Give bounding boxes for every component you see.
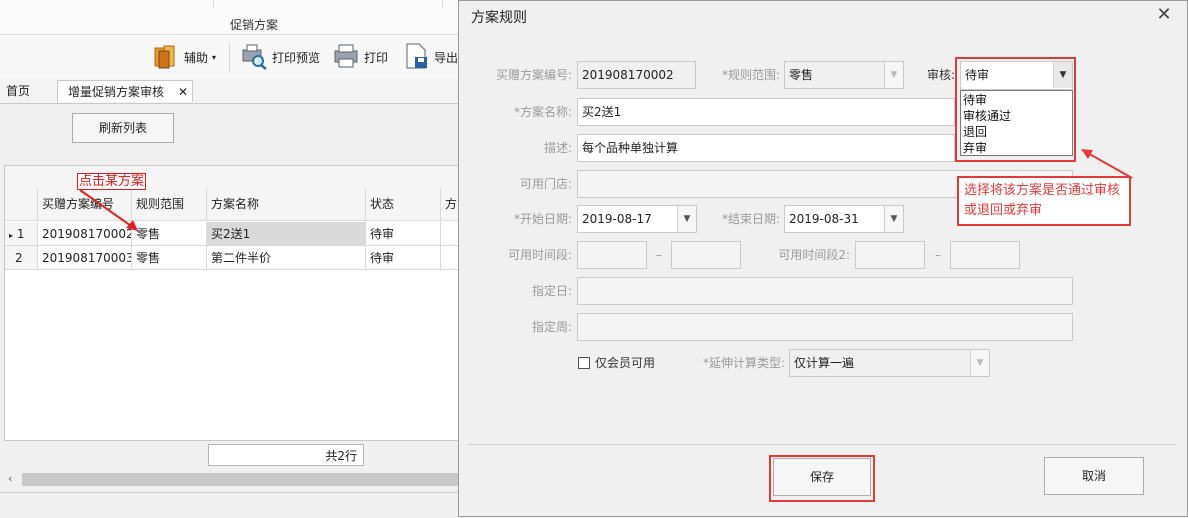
end-date-value: 2019-08-31 <box>789 212 859 226</box>
column-header-status[interactable]: 状态 <box>366 188 441 221</box>
tab-home[interactable]: 首页 <box>0 80 36 102</box>
period2-end-input[interactable] <box>950 241 1020 269</box>
specified-weeks-label: 指定周: <box>531 320 572 334</box>
scroll-left-icon[interactable]: ‹ <box>8 472 12 485</box>
description-label: 描述: <box>543 141 572 155</box>
member-only-label: 仅会员可用 <box>595 356 656 370</box>
extend-type-select[interactable]: 仅计算一遍 ▼ <box>789 349 990 377</box>
assist-label: 辅助 <box>184 50 209 65</box>
print-preview-button[interactable]: 打印预览 <box>240 40 320 74</box>
printer-icon <box>332 42 360 73</box>
row-indicator[interactable]: ▸ 1 <box>5 222 38 246</box>
row-number: 2 <box>15 251 23 265</box>
close-icon[interactable]: ✕ <box>1153 4 1175 26</box>
toolbar <box>0 35 460 80</box>
refresh-list-button[interactable]: 刷新列表 <box>72 113 174 143</box>
divider <box>229 42 230 72</box>
member-only-checkbox[interactable] <box>578 357 590 369</box>
table-cell-status[interactable]: 待审 <box>366 246 441 270</box>
plan-name-input[interactable]: 买2送1 <box>577 98 955 126</box>
divider <box>468 444 1176 445</box>
chevron-down-icon: ▼ <box>884 62 903 88</box>
end-date-label: *结束日期: <box>721 212 780 226</box>
print-button[interactable]: 打印 <box>332 40 388 74</box>
specified-weeks-input[interactable] <box>577 313 1073 341</box>
chevron-down-icon[interactable]: ▼ <box>884 206 903 232</box>
extend-type-value: 仅计算一遍 <box>794 356 855 370</box>
divider <box>442 0 443 8</box>
table-cell-plan-name[interactable]: 第二件半价 <box>207 246 366 270</box>
extend-type-label: *延伸计算类型: <box>702 356 785 370</box>
row-indicator[interactable]: 2 <box>5 246 38 270</box>
table-cell-plan-id[interactable]: 201908170003 <box>38 246 132 270</box>
chevron-down-icon[interactable]: ▼ <box>677 206 696 232</box>
annotation-arrow-icon <box>1081 149 1133 179</box>
period2-start-input[interactable] <box>855 241 925 269</box>
period1-dash: – <box>656 248 662 262</box>
close-icon[interactable]: ✕ <box>178 81 188 103</box>
scope-select[interactable]: 零售 ▼ <box>784 61 904 89</box>
export-button[interactable]: 导出 <box>404 40 458 74</box>
period2-dash: – <box>935 248 941 262</box>
review-label: 审核: <box>926 68 955 82</box>
start-date-value: 2019-08-17 <box>582 212 652 226</box>
period1-end-input[interactable] <box>671 241 741 269</box>
annotation-highlight <box>955 57 1076 162</box>
annotation-review-callout: 选择将该方案是否通过审核或退回或弃审 <box>957 176 1131 226</box>
divider <box>213 0 214 8</box>
cancel-button[interactable]: 取消 <box>1044 457 1144 495</box>
specified-days-label: 指定日: <box>531 284 572 298</box>
app-title: 促销方案 <box>230 18 279 32</box>
print-label: 打印 <box>364 50 389 65</box>
scope-label: *规则范围: <box>721 68 780 82</box>
start-date-picker[interactable]: 2019-08-17 ▼ <box>577 205 697 233</box>
specified-days-input[interactable] <box>577 277 1073 305</box>
print-preview-label: 打印预览 <box>272 50 321 65</box>
scrollbar-thumb[interactable] <box>22 473 460 486</box>
export-icon <box>404 42 430 73</box>
tab-promo-review[interactable]: 增量促销方案审核 ✕ <box>57 80 193 102</box>
plan-name-label: *方案名称: <box>513 105 572 119</box>
dialog-title: 方案规则 <box>471 10 527 26</box>
end-date-picker[interactable]: 2019-08-31 ▼ <box>784 205 904 233</box>
description-input[interactable]: 每个品种单独计算 <box>577 134 955 162</box>
annotation-arrow-icon <box>79 189 138 231</box>
start-date-label: *开始日期: <box>513 212 572 226</box>
annotation-highlight <box>769 455 875 502</box>
period1-label: 可用时间段: <box>507 248 572 262</box>
grid-row-header-corner <box>5 188 38 221</box>
chevron-down-icon: ▾ <box>212 52 217 62</box>
chevron-down-icon: ▼ <box>970 350 989 376</box>
table-cell-status[interactable]: 待审 <box>366 222 441 246</box>
plan-no-field[interactable]: 201908170002 <box>577 61 696 89</box>
assist-button[interactable]: 辅助 ▾ <box>152 40 216 74</box>
table-cell-plan-name[interactable]: 买2送1 <box>207 222 366 246</box>
assist-icon <box>152 42 180 73</box>
stores-label: 可用门店: <box>519 177 572 191</box>
column-header-plan-name[interactable]: 方案名称 <box>207 188 366 221</box>
grid-group-panel <box>5 166 460 189</box>
plan-no-label: 买赠方案编号: <box>495 68 572 82</box>
period2-label: 可用时间段2: <box>778 248 850 262</box>
row-number: 1 <box>16 227 25 241</box>
tab-label: 增量促销方案审核 <box>68 85 165 99</box>
period1-start-input[interactable] <box>577 241 647 269</box>
grid-total: 共2行 <box>208 444 364 466</box>
status-bar <box>0 492 460 518</box>
current-row-icon: ▸ <box>9 231 14 240</box>
table-cell-scope[interactable]: 零售 <box>132 246 207 270</box>
print-preview-icon <box>240 42 268 73</box>
scope-value: 零售 <box>789 68 814 82</box>
export-label: 导出 <box>434 50 459 65</box>
